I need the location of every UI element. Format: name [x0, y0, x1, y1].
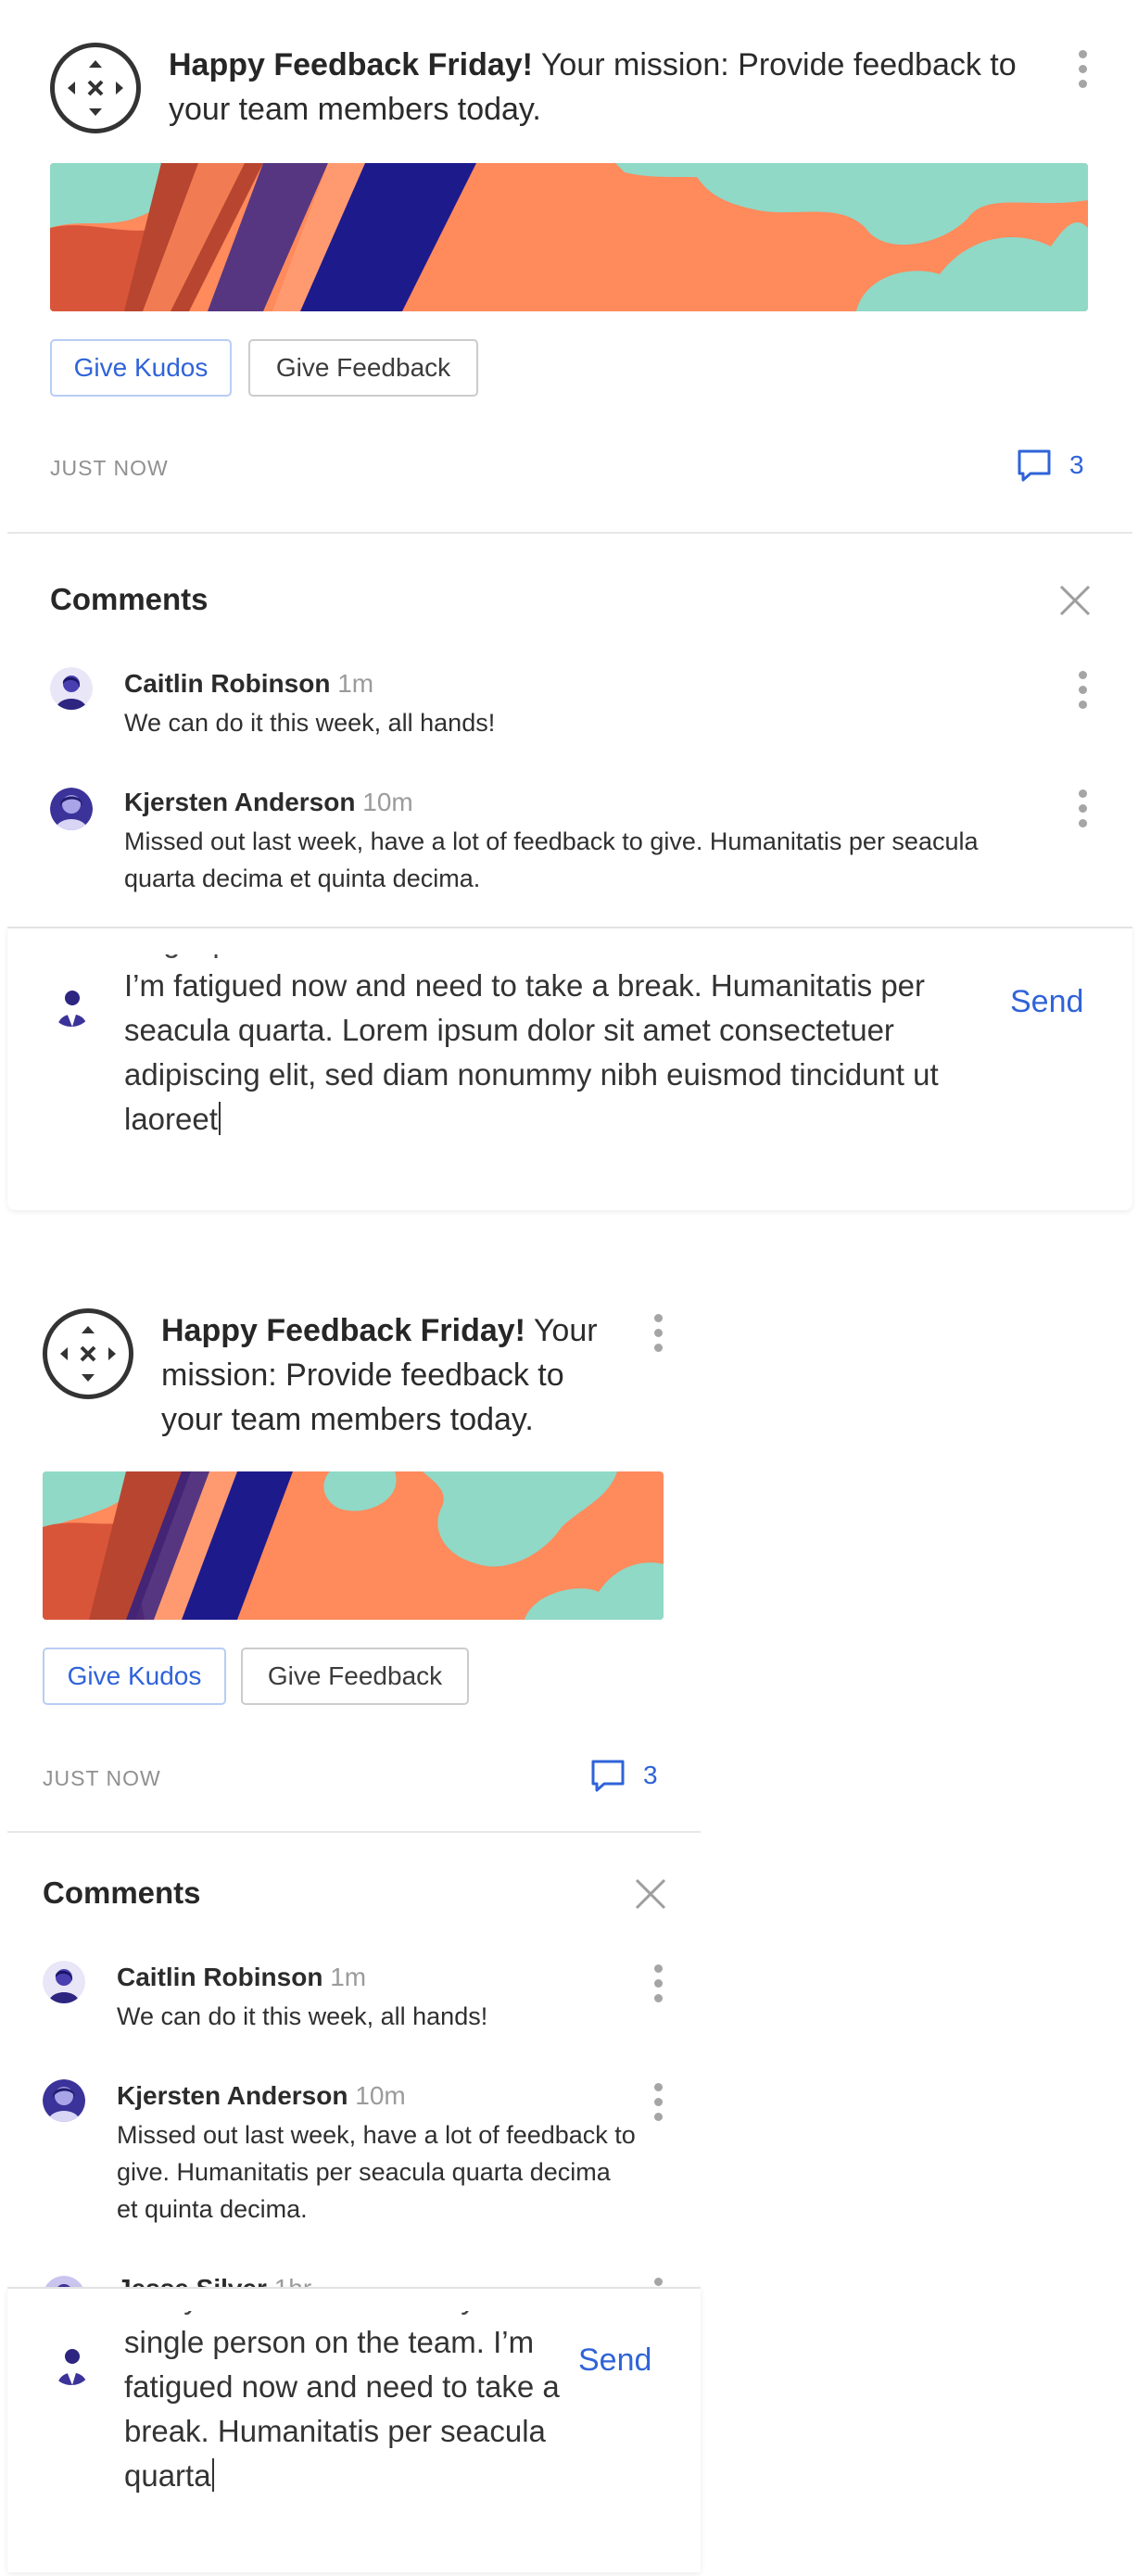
- move-arrows-icon: [50, 43, 141, 133]
- comment-text: We can do it this week, all hands!: [117, 2002, 488, 2030]
- post-title-bold: Happy Feedback Friday!: [169, 47, 534, 82]
- comment-input-scroll[interactable]: single person on the team. I’m fatigued …: [124, 954, 995, 1177]
- post-headline: Happy Feedback Friday! Your mission: Pro…: [161, 1308, 625, 1442]
- current-user-avatar: [50, 984, 93, 1027]
- comment-time: 10m: [362, 788, 413, 816]
- comment-time: 1m: [330, 1963, 367, 1991]
- give-feedback-button[interactable]: Give Feedback: [241, 1648, 469, 1705]
- comment-more-icon[interactable]: [1077, 789, 1088, 827]
- comment-author: Caitlin Robinson 1m: [117, 1963, 367, 1991]
- comment-input-text: single person on the team. I’m fatigued …: [124, 2325, 560, 2493]
- comments-title: Comments: [50, 582, 209, 616]
- text-caret: [211, 2458, 214, 2492]
- comment-input-scrolled-line: single person on the team.: [124, 954, 995, 964]
- comment-more-icon[interactable]: [652, 1964, 664, 2002]
- post-timestamp: JUST NOW: [43, 1766, 161, 1790]
- comment-count-value: 3: [1069, 450, 1084, 479]
- comment-author: Kjersten Anderson 10m: [117, 2081, 406, 2110]
- comment-text: Missed out last week, have a lot of feed…: [124, 827, 979, 892]
- close-icon[interactable]: [634, 1877, 667, 1911]
- post-more-icon[interactable]: [652, 1314, 664, 1352]
- comments-title: Comments: [43, 1875, 201, 1910]
- comment-bubble-icon: [1016, 447, 1053, 484]
- comment-more-icon[interactable]: [1077, 671, 1088, 709]
- comment-count-button[interactable]: 3: [1016, 447, 1084, 484]
- comment-input[interactable]: everyone can reach every single person o…: [124, 2311, 569, 2498]
- comment-input-scrolled-line: everyone can reach every: [124, 2311, 569, 2320]
- current-user-avatar: [50, 2342, 93, 2385]
- comment-bubble-icon: [589, 1757, 626, 1794]
- comment-time: 10m: [355, 2081, 406, 2110]
- comment-text: We can do it this week, all hands!: [124, 709, 496, 737]
- send-button[interactable]: Send: [1010, 984, 1083, 1020]
- post-more-icon[interactable]: [1077, 50, 1088, 88]
- comment-input-text: I’m fatigued now and need to take a brea…: [124, 968, 939, 1136]
- give-feedback-button[interactable]: Give Feedback: [248, 339, 478, 397]
- avatar: [50, 667, 93, 710]
- post-title-bold: Happy Feedback Friday!: [161, 1313, 526, 1348]
- avatar: [50, 788, 93, 830]
- post-card-narrow: Happy Feedback Friday! Your mission: Pro…: [7, 1271, 701, 1833]
- give-kudos-button[interactable]: Give Kudos: [50, 339, 232, 397]
- move-arrows-icon: [43, 1308, 133, 1399]
- comment-author: Caitlin Robinson 1m: [124, 669, 374, 698]
- give-kudos-button[interactable]: Give Kudos: [43, 1648, 226, 1705]
- text-caret: [218, 1102, 221, 1135]
- comment-input[interactable]: single person on the team. I’m fatigued …: [124, 954, 995, 1142]
- comment-count-button[interactable]: 3: [589, 1757, 658, 1794]
- post-timestamp: JUST NOW: [50, 456, 169, 480]
- post-headline: Happy Feedback Friday! Your mission: Pro…: [169, 43, 1040, 132]
- comment-more-icon[interactable]: [652, 2083, 664, 2121]
- comments-panel-wide: Comments Caitlin Robinson 1m We can do i…: [7, 536, 1132, 925]
- comment-text: Missed out last week, have a lot of feed…: [117, 2121, 636, 2223]
- send-button[interactable]: Send: [578, 2342, 651, 2379]
- comments-panel-narrow: Comments Caitlin Robinson 1m We can do i…: [7, 1835, 701, 2289]
- avatar: [43, 2079, 85, 2122]
- comment-author: Kjersten Anderson 10m: [124, 788, 413, 816]
- post-card-wide: Happy Feedback Friday! Your mission: Pro…: [7, 0, 1132, 534]
- post-banner-image: [50, 163, 1088, 311]
- post-banner-image: [43, 1471, 664, 1620]
- comment-time: 1m: [337, 669, 374, 698]
- comment-composer-narrow: everyone can reach every single person o…: [7, 2287, 701, 2572]
- comment-input-scroll[interactable]: everyone can reach every single person o…: [124, 2311, 569, 2535]
- comment-composer-wide: single person on the team. I’m fatigued …: [7, 927, 1132, 1210]
- comment-count-value: 3: [643, 1761, 658, 1789]
- close-icon[interactable]: [1058, 584, 1092, 617]
- avatar: [43, 1961, 85, 2003]
